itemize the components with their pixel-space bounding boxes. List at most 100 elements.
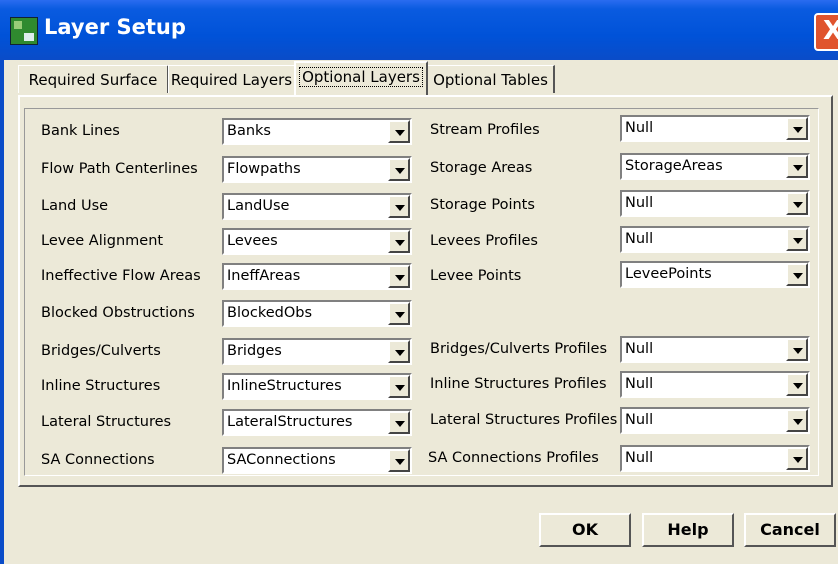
lateral-structures-select[interactable]: LateralStructures <box>222 409 412 436</box>
tab-label: Optional Tables <box>433 71 548 89</box>
blocked-obstructions-select[interactable]: BlockedObs <box>222 300 412 327</box>
field-label: SA Connections <box>41 452 155 468</box>
select-value: SAConnections <box>227 452 336 468</box>
chevron-down-icon[interactable] <box>388 158 410 181</box>
stream-profiles-select[interactable]: Null <box>620 115 810 142</box>
chevron-down-icon[interactable] <box>786 155 808 178</box>
chevron-down-icon[interactable] <box>388 120 410 143</box>
lateral-structures-profiles-select[interactable]: Null <box>620 407 810 434</box>
field-label: Bank Lines <box>41 123 120 139</box>
tab-label: Required Surface <box>28 71 158 89</box>
storage-areas-select[interactable]: StorageAreas <box>620 153 810 180</box>
levees-profiles-select[interactable]: Null <box>620 226 810 253</box>
bank-lines-select[interactable]: Banks <box>222 118 412 145</box>
chevron-down-icon[interactable] <box>388 375 410 398</box>
field-label: Lateral Structures Profiles <box>430 412 618 428</box>
select-value: IneffAreas <box>227 268 301 284</box>
select-value: Null <box>625 450 654 466</box>
select-value: StorageAreas <box>625 158 723 174</box>
storage-points-select[interactable]: Null <box>620 190 810 217</box>
field-row-levees-profiles: Levees Profiles Null <box>430 226 815 256</box>
field-row-ineffective-flow-areas: Ineffective Flow Areas IneffAreas <box>41 261 421 291</box>
chevron-down-icon[interactable] <box>388 230 410 253</box>
chevron-down-icon[interactable] <box>786 447 808 470</box>
chevron-down-icon[interactable] <box>786 117 808 140</box>
tab-required-layers[interactable]: Required Layers <box>168 65 296 93</box>
field-row-land-use: Land Use LandUse <box>41 191 421 221</box>
select-value: Levees <box>227 233 278 249</box>
field-label: Inline Structures Profiles <box>430 376 607 392</box>
chevron-down-icon[interactable] <box>786 228 808 251</box>
field-row-sa-connections: SA Connections SAConnections <box>41 445 421 475</box>
field-row-levee-points: Levee Points LeveePoints <box>430 261 815 291</box>
select-value: LateralStructures <box>227 414 353 430</box>
select-value: Flowpaths <box>227 161 301 177</box>
field-row-levee-alignment: Levee Alignment Levees <box>41 226 421 256</box>
levee-points-select[interactable]: LeveePoints <box>620 261 810 288</box>
inline-structures-select[interactable]: InlineStructures <box>222 373 412 400</box>
field-label: SA Connections Profiles <box>428 450 599 466</box>
field-row-bank-lines: Bank Lines Banks <box>41 116 421 146</box>
field-label: Levee Alignment <box>41 233 164 249</box>
field-label: Storage Points <box>430 197 535 213</box>
select-value: BlockedObs <box>227 305 312 321</box>
bridges-culverts-select[interactable]: Bridges <box>222 338 412 365</box>
field-row-storage-points: Storage Points Null <box>430 190 815 220</box>
field-row-lateral-structures: Lateral Structures LateralStructures <box>41 407 421 437</box>
land-use-select[interactable]: LandUse <box>222 193 412 220</box>
field-label: Bridges/Culverts Profiles <box>430 341 608 357</box>
select-value: LeveePoints <box>625 266 712 282</box>
field-row-storage-areas: Storage Areas StorageAreas <box>430 153 815 183</box>
field-row-bridges-culverts: Bridges/Culverts Bridges <box>41 336 421 366</box>
field-label: Levee Points <box>430 268 522 284</box>
field-label: Levees Profiles <box>430 233 538 249</box>
field-label: Blocked Obstructions <box>41 305 195 321</box>
select-value: Bridges <box>227 343 282 359</box>
window-border <box>0 60 4 564</box>
tab-label: Required Layers <box>170 71 293 89</box>
field-label: Storage Areas <box>430 160 533 176</box>
tab-required-surface[interactable]: Required Surface <box>18 65 169 93</box>
chevron-down-icon[interactable] <box>786 263 808 286</box>
select-value: Null <box>625 341 654 357</box>
sa-connections-select[interactable]: SAConnections <box>222 447 412 474</box>
inline-structures-profiles-select[interactable]: Null <box>620 371 810 398</box>
select-value: Banks <box>227 123 271 139</box>
chevron-down-icon[interactable] <box>388 195 410 218</box>
ineffective-flow-areas-select[interactable]: IneffAreas <box>222 263 412 290</box>
tab-optional-tables[interactable]: Optional Tables <box>427 65 555 93</box>
field-label: Flow Path Centerlines <box>41 161 198 177</box>
title-bar[interactable]: Layer Setup <box>0 0 838 60</box>
help-button[interactable]: Help <box>642 513 734 547</box>
ok-button[interactable]: OK <box>539 513 631 547</box>
select-value: Null <box>625 412 654 428</box>
select-value: Null <box>625 120 654 136</box>
chevron-down-icon[interactable] <box>388 411 410 434</box>
flow-path-centerlines-select[interactable]: Flowpaths <box>222 156 412 183</box>
sa-connections-profiles-select[interactable]: Null <box>620 445 810 472</box>
field-label: Ineffective Flow Areas <box>41 268 201 284</box>
field-row-flow-path-centerlines: Flow Path Centerlines Flowpaths <box>41 154 421 184</box>
field-row-stream-profiles: Stream Profiles Null <box>430 115 815 145</box>
bridges-culverts-profiles-select[interactable]: Null <box>620 336 810 363</box>
cancel-button[interactable]: Cancel <box>744 513 836 547</box>
chevron-down-icon[interactable] <box>388 265 410 288</box>
select-value: Null <box>625 376 654 392</box>
tab-label: Optional Layers <box>299 67 423 87</box>
tab-optional-layers[interactable]: Optional Layers <box>294 61 428 95</box>
select-value: InlineStructures <box>227 378 342 394</box>
chevron-down-icon[interactable] <box>786 373 808 396</box>
chevron-down-icon[interactable] <box>786 338 808 361</box>
select-value: LandUse <box>227 198 290 214</box>
field-label: Inline Structures <box>41 378 161 394</box>
field-row-sa-connections-profiles: SA Connections Profiles Null <box>428 443 815 473</box>
close-button[interactable]: X <box>814 13 838 51</box>
levee-alignment-select[interactable]: Levees <box>222 228 412 255</box>
chevron-down-icon[interactable] <box>786 409 808 432</box>
field-label: Land Use <box>41 198 109 214</box>
chevron-down-icon[interactable] <box>388 449 410 472</box>
chevron-down-icon[interactable] <box>388 340 410 363</box>
window-title: Layer Setup <box>44 15 186 39</box>
chevron-down-icon[interactable] <box>388 302 410 325</box>
chevron-down-icon[interactable] <box>786 192 808 215</box>
